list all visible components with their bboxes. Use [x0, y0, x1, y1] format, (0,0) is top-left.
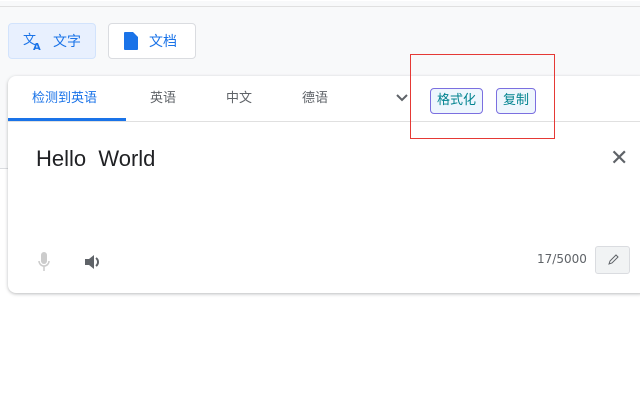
divider [0, 6, 640, 7]
text-mode-button[interactable]: 文A 文字 [8, 23, 96, 59]
translate-icon: 文A [23, 33, 41, 51]
character-count: 17/5000 [537, 252, 587, 266]
pencil-icon [607, 254, 619, 265]
highlight-box [410, 54, 555, 139]
document-icon [124, 32, 138, 50]
tab-english[interactable]: 英语 [150, 76, 176, 122]
microphone-icon[interactable] [38, 252, 50, 272]
source-text-input[interactable]: Hello World [36, 146, 155, 172]
clear-text-icon[interactable]: ✕ [610, 146, 628, 171]
text-mode-label: 文字 [53, 34, 81, 50]
active-tab-indicator [8, 118, 126, 121]
edit-button[interactable] [595, 246, 630, 274]
chevron-down-icon[interactable] [394, 90, 410, 106]
svg-text:A: A [33, 42, 41, 51]
tab-chinese[interactable]: 中文 [226, 76, 252, 122]
speaker-icon[interactable] [84, 252, 104, 272]
tab-detected-english[interactable]: 检测到英语 [32, 76, 97, 122]
document-mode-label: 文档 [149, 34, 177, 50]
document-mode-button[interactable]: 文档 [108, 23, 196, 59]
tab-german[interactable]: 德语 [302, 76, 328, 122]
